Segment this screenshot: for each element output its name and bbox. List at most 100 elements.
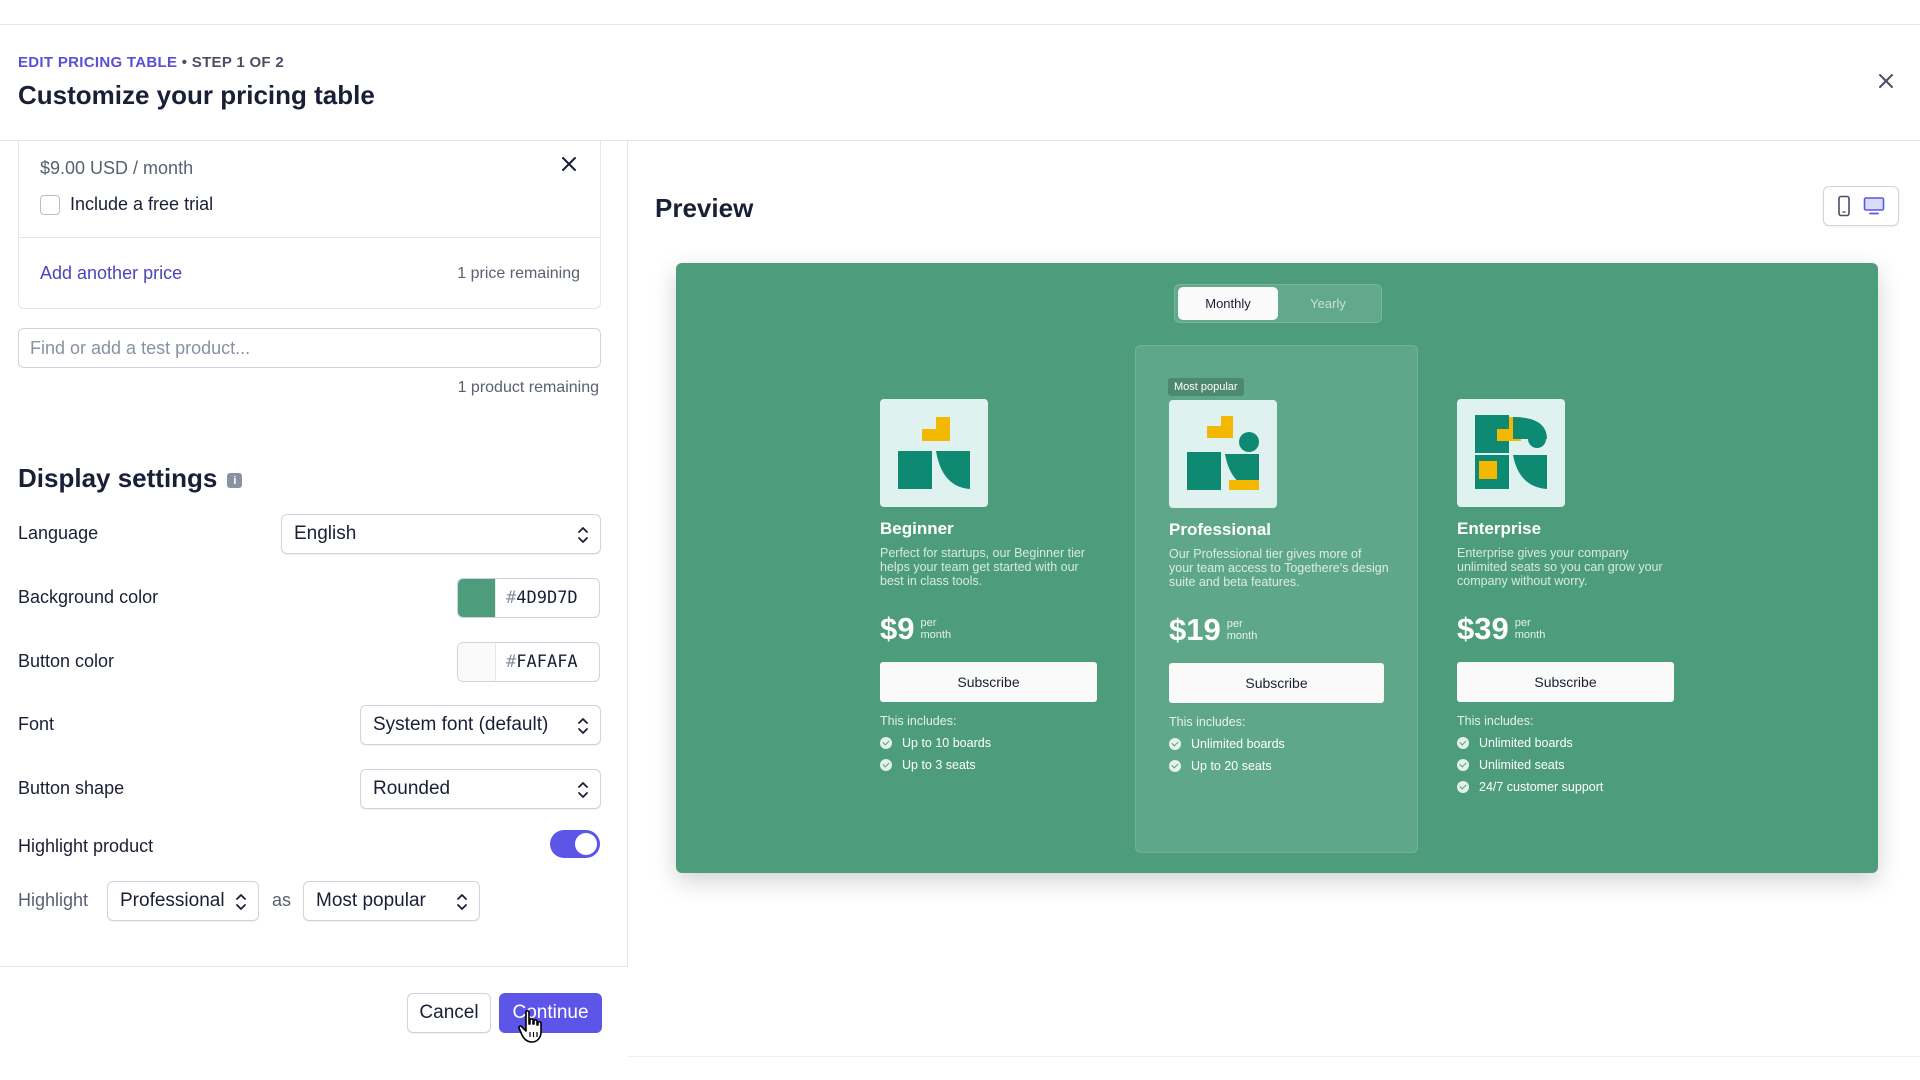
button-color-swatch[interactable] bbox=[458, 643, 496, 681]
plan-card-beginner: Beginner Perfect for startups, our Begin… bbox=[880, 399, 1100, 772]
background-color-field[interactable]: #4D9D7D bbox=[457, 578, 600, 618]
feature-item: Up to 20 seats bbox=[1169, 759, 1389, 773]
chevron-updown-icon bbox=[457, 894, 467, 910]
cancel-button[interactable]: Cancel bbox=[407, 993, 491, 1033]
plan-description: Our Professional tier gives more of your… bbox=[1169, 547, 1389, 589]
check-icon bbox=[1169, 760, 1181, 772]
highlight-product-toggle[interactable] bbox=[550, 830, 600, 858]
button-shape-select[interactable]: Rounded bbox=[360, 769, 601, 809]
button-color-value: FAFAFA bbox=[516, 652, 578, 672]
language-select[interactable]: English bbox=[281, 514, 601, 554]
font-select[interactable]: System font (default) bbox=[360, 705, 601, 745]
continue-button[interactable]: Continue bbox=[499, 993, 602, 1033]
background-color-swatch[interactable] bbox=[458, 579, 496, 617]
product-remaining-text: 1 product remaining bbox=[457, 379, 599, 396]
breadcrumb-step-name: EDIT PRICING TABLE bbox=[18, 54, 178, 71]
subscribe-button[interactable]: Subscribe bbox=[1169, 663, 1384, 703]
font-label: Font bbox=[18, 714, 55, 734]
product-search-input[interactable] bbox=[18, 328, 601, 368]
feature-item: Unlimited boards bbox=[1169, 737, 1389, 751]
add-another-price-link[interactable]: Add another price bbox=[40, 263, 182, 284]
free-trial-label: Include a free trial bbox=[70, 194, 214, 214]
highlight-prefix-label: Highlight bbox=[18, 890, 89, 910]
chevron-updown-icon bbox=[236, 894, 246, 910]
feature-text: Up to 20 seats bbox=[1191, 759, 1272, 773]
desktop-icon[interactable] bbox=[1863, 196, 1885, 216]
plan-description: Perfect for startups, our Beginner tier … bbox=[880, 546, 1085, 588]
chevron-updown-icon bbox=[578, 527, 588, 543]
highlight-badge-value: Most popular bbox=[316, 890, 426, 911]
plan-name: Beginner bbox=[880, 519, 954, 538]
chevron-updown-icon bbox=[578, 782, 588, 798]
button-color-label: Button color bbox=[18, 651, 115, 671]
free-trial-checkbox[interactable] bbox=[40, 194, 60, 215]
price-value: $9.00 USD / month bbox=[40, 158, 194, 178]
background-color-label: Background color bbox=[18, 587, 159, 607]
feature-item: 24/7 customer support bbox=[1457, 780, 1677, 794]
feature-text: Up to 3 seats bbox=[902, 758, 976, 772]
includes-label: This includes: bbox=[1457, 714, 1534, 728]
button-shape-label: Button shape bbox=[18, 778, 125, 798]
check-icon bbox=[1457, 759, 1469, 771]
background-color-value: 4D9D7D bbox=[516, 588, 578, 608]
plan-price-unit: per month bbox=[920, 617, 952, 641]
toggle-knob bbox=[575, 833, 597, 855]
pricing-table-preview: Monthly Yearly Most popular Beginner Per… bbox=[676, 263, 1878, 873]
plan-price-unit: per month bbox=[1514, 617, 1546, 641]
feature-item: Unlimited seats bbox=[1457, 758, 1677, 772]
plan-price: $19 bbox=[1169, 612, 1221, 647]
includes-label: This includes: bbox=[880, 714, 957, 728]
plan-price-row: $39 per month bbox=[1457, 606, 1677, 646]
top-bar bbox=[0, 0, 1920, 25]
remove-price-icon[interactable] bbox=[558, 153, 580, 175]
feature-item: Up to 10 boards bbox=[880, 736, 1100, 750]
info-icon[interactable]: i bbox=[227, 473, 243, 488]
check-icon bbox=[880, 759, 892, 771]
plan-price-row: $19 per month bbox=[1169, 607, 1389, 647]
close-icon[interactable] bbox=[1874, 69, 1898, 93]
feature-text: Unlimited boards bbox=[1191, 737, 1285, 751]
button-color-hex[interactable]: # FAFAFA bbox=[496, 643, 599, 681]
plan-name: Enterprise bbox=[1457, 519, 1542, 538]
price-remaining-text: 1 price remaining bbox=[457, 265, 580, 282]
monthly-option[interactable]: Monthly bbox=[1178, 287, 1278, 320]
feature-text: 24/7 customer support bbox=[1479, 780, 1604, 794]
highlight-product-label: Highlight product bbox=[18, 836, 154, 856]
free-trial-row: Include a free trial bbox=[40, 194, 213, 215]
highlight-product-value: Professional bbox=[120, 890, 225, 911]
modal-footer: Cancel Continue bbox=[0, 966, 628, 1056]
button-shape-value: Rounded bbox=[373, 778, 451, 799]
bottom-divider bbox=[628, 1056, 1920, 1057]
display-settings-heading: Display settings i bbox=[18, 463, 243, 494]
check-icon bbox=[1457, 737, 1469, 749]
divider bbox=[19, 237, 600, 238]
subscribe-button[interactable]: Subscribe bbox=[1457, 662, 1674, 702]
plan-name: Professional bbox=[1169, 520, 1272, 539]
most-popular-badge: Most popular bbox=[1168, 378, 1244, 396]
button-color-field[interactable]: # FAFAFA bbox=[457, 642, 600, 682]
highlight-as-label: as bbox=[272, 890, 292, 910]
yearly-option[interactable]: Yearly bbox=[1278, 287, 1378, 320]
chevron-updown-icon bbox=[578, 718, 588, 734]
hand-cursor-icon bbox=[518, 1010, 542, 1043]
preview-panel: Preview Monthly Yearly Most popular Begi… bbox=[629, 141, 1920, 1056]
plan-price-row: $9 per month bbox=[880, 606, 1100, 646]
breadcrumb: EDIT PRICING TABLE • STEP 1 OF 2 bbox=[18, 54, 284, 71]
price-card: $9.00 USD / month Include a free trial A… bbox=[18, 141, 601, 309]
language-label: Language bbox=[18, 523, 99, 543]
enterprise-illustration bbox=[1457, 399, 1565, 507]
highlight-badge-select[interactable]: Most popular bbox=[303, 881, 480, 921]
plan-description: Enterprise gives your company unlimited … bbox=[1457, 546, 1663, 588]
beginner-illustration bbox=[880, 399, 988, 507]
subscribe-button[interactable]: Subscribe bbox=[880, 662, 1097, 702]
includes-label: This includes: bbox=[1169, 715, 1246, 729]
professional-illustration bbox=[1169, 400, 1277, 508]
plan-card-professional: Professional Our Professional tier gives… bbox=[1169, 400, 1389, 773]
check-icon bbox=[880, 737, 892, 749]
display-settings-title: Display settings bbox=[18, 463, 218, 493]
background-color-hex[interactable]: #4D9D7D bbox=[496, 579, 599, 617]
preview-title: Preview bbox=[655, 193, 754, 223]
feature-item: Up to 3 seats bbox=[880, 758, 1100, 772]
highlight-product-select[interactable]: Professional bbox=[107, 881, 259, 921]
mobile-icon[interactable] bbox=[1837, 195, 1851, 217]
